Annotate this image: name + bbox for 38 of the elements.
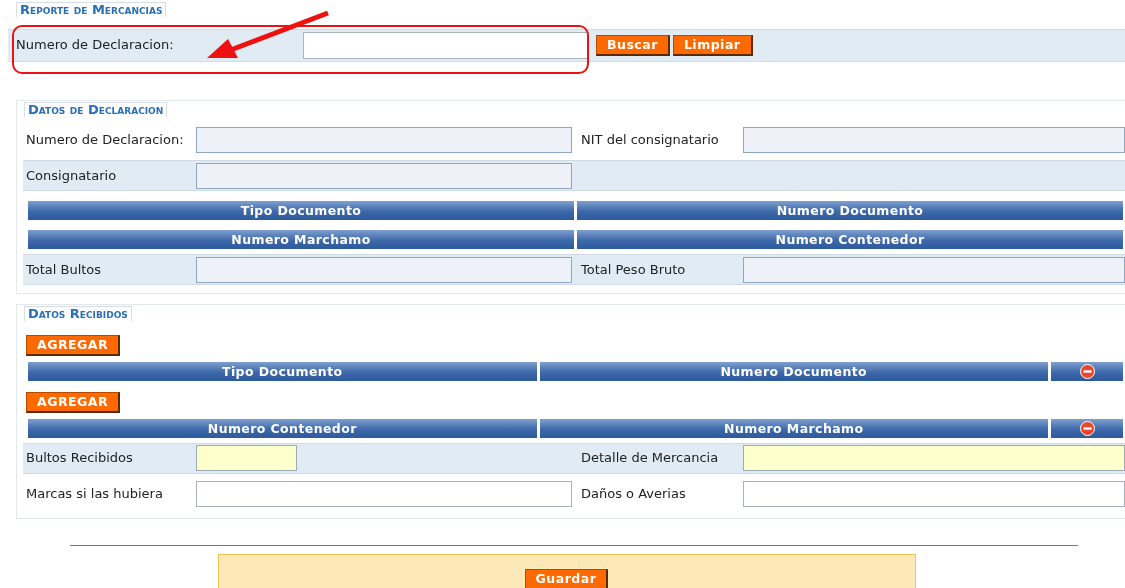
field-label: Marcas si las hubiera <box>25 485 164 504</box>
column-header: Numero Marchamo <box>28 230 574 249</box>
column-header: Numero Documento <box>577 201 1123 220</box>
field-label: Daños o Averias <box>580 485 687 504</box>
input-field[interactable] <box>196 162 572 189</box>
column-header: Numero Contenedor <box>28 418 537 438</box>
save-button[interactable]: Guardar <box>524 568 609 588</box>
field-label: Bultos Recibidos <box>25 449 134 468</box>
section-legend: Datos de Declaracion <box>24 101 168 117</box>
column-header: Numero Marchamo <box>539 418 1048 438</box>
section-legend: Reporte de Mercancias <box>16 2 167 17</box>
remove-icon[interactable] <box>1079 420 1095 436</box>
input-field[interactable] <box>743 481 1125 507</box>
column-header: Numero Contenedor <box>577 230 1123 249</box>
input-field[interactable] <box>743 445 1125 471</box>
input-field[interactable] <box>196 126 572 153</box>
add-button[interactable]: AGREGAR <box>26 391 121 413</box>
search-button[interactable]: Buscar <box>596 34 670 56</box>
field-label: Numero de Declaracion: <box>25 130 185 149</box>
column-header: Numero Documento <box>539 361 1048 381</box>
field-label: Detalle de Mercancia <box>580 449 720 468</box>
field-label: Consignatario <box>25 166 118 185</box>
field-label: Total Peso Bruto <box>580 260 687 279</box>
clear-button[interactable]: Limpiar <box>672 34 753 56</box>
input-field[interactable] <box>303 31 589 59</box>
add-button[interactable]: AGREGAR <box>26 334 121 356</box>
field-label: Total Bultos <box>25 260 103 279</box>
input-field[interactable] <box>743 126 1125 153</box>
input-field[interactable] <box>196 445 297 471</box>
section-legend: Datos Recibidos <box>24 306 132 321</box>
column-header: Tipo Documento <box>28 361 537 381</box>
input-field[interactable] <box>743 256 1125 283</box>
field-label: NIT del consignatario <box>580 130 720 149</box>
field-label: Numero de Declaracion: <box>16 36 175 55</box>
column-header: Tipo Documento <box>28 201 574 220</box>
input-field[interactable] <box>196 256 572 283</box>
input-field[interactable] <box>196 481 572 507</box>
remove-icon[interactable] <box>1079 363 1095 379</box>
